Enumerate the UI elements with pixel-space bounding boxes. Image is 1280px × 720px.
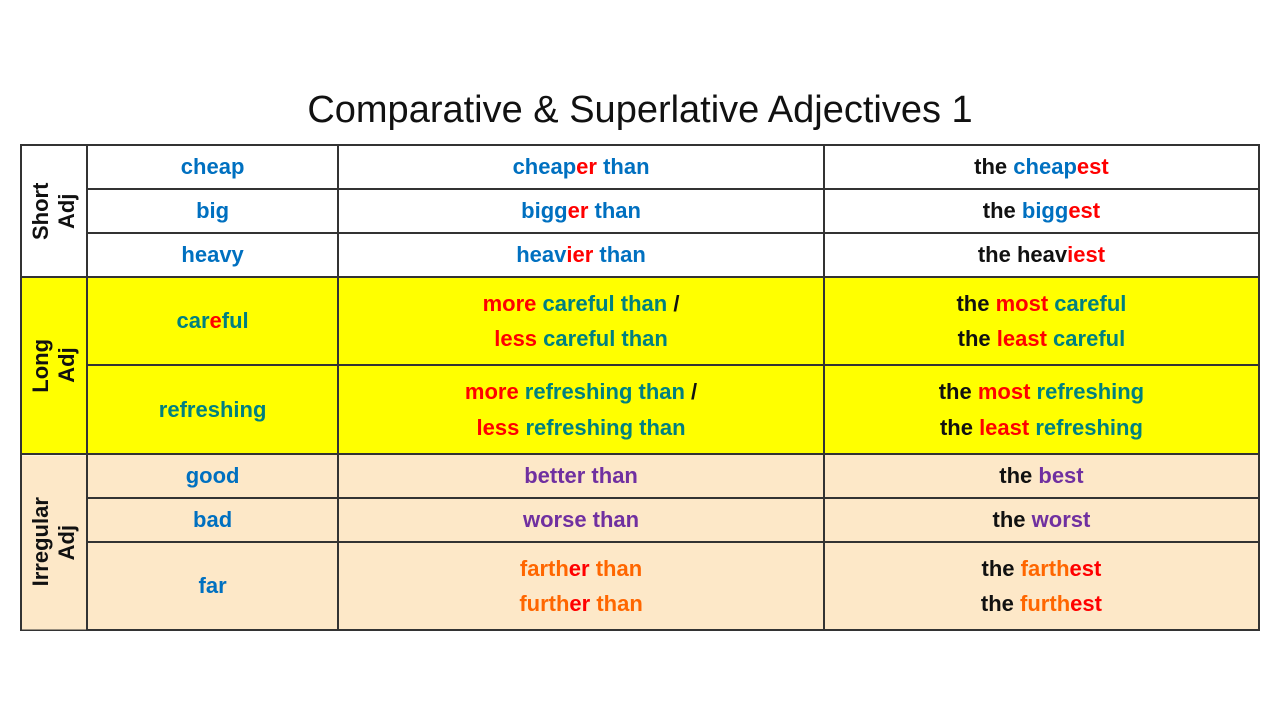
adj-heavy: heavy bbox=[87, 233, 338, 277]
comp-big: bigger than bbox=[338, 189, 824, 233]
adj-bad: bad bbox=[87, 498, 338, 542]
adj-refreshing: refreshing bbox=[87, 365, 338, 453]
super-refreshing: the most refreshing the least refreshing bbox=[824, 365, 1259, 453]
irreg-adj-header: IrregularAdj bbox=[21, 454, 87, 630]
main-container: Comparative & Superlative Adjectives 1 S… bbox=[10, 79, 1270, 641]
super-bad: the worst bbox=[824, 498, 1259, 542]
table-row: LongAdj careful more careful than / less… bbox=[21, 277, 1259, 365]
comp-heavy: heavier than bbox=[338, 233, 824, 277]
short-adj-header: ShortAdj bbox=[21, 145, 87, 277]
adjectives-table: ShortAdj cheap cheaper than the cheapest… bbox=[20, 144, 1260, 631]
super-good: the best bbox=[824, 454, 1259, 498]
super-far: the farthest the furthest bbox=[824, 542, 1259, 630]
comp-good: better than bbox=[338, 454, 824, 498]
table-row: big bigger than the biggest bbox=[21, 189, 1259, 233]
super-careful: the most careful the least careful bbox=[824, 277, 1259, 365]
comp-far: farther than further than bbox=[338, 542, 824, 630]
adj-good: good bbox=[87, 454, 338, 498]
super-big: the biggest bbox=[824, 189, 1259, 233]
table-row: bad worse than the worst bbox=[21, 498, 1259, 542]
adj-careful: careful bbox=[87, 277, 338, 365]
comp-cheap: cheaper than bbox=[338, 145, 824, 189]
super-cheap: the cheapest bbox=[824, 145, 1259, 189]
adj-far: far bbox=[87, 542, 338, 630]
table-row: heavy heavier than the heaviest bbox=[21, 233, 1259, 277]
page-title: Comparative & Superlative Adjectives 1 bbox=[20, 89, 1260, 132]
adj-big: big bbox=[87, 189, 338, 233]
table-row: ShortAdj cheap cheaper than the cheapest bbox=[21, 145, 1259, 189]
table-row: far farther than further than the farthe… bbox=[21, 542, 1259, 630]
table-row: IrregularAdj good better than the best bbox=[21, 454, 1259, 498]
comp-bad: worse than bbox=[338, 498, 824, 542]
long-adj-header: LongAdj bbox=[21, 277, 87, 454]
table-row: refreshing more refreshing than / less r… bbox=[21, 365, 1259, 453]
adj-cheap: cheap bbox=[87, 145, 338, 189]
comp-refreshing: more refreshing than / less refreshing t… bbox=[338, 365, 824, 453]
comp-careful: more careful than / less careful than bbox=[338, 277, 824, 365]
super-heavy: the heaviest bbox=[824, 233, 1259, 277]
adj-cheap-text: cheap bbox=[181, 154, 245, 179]
